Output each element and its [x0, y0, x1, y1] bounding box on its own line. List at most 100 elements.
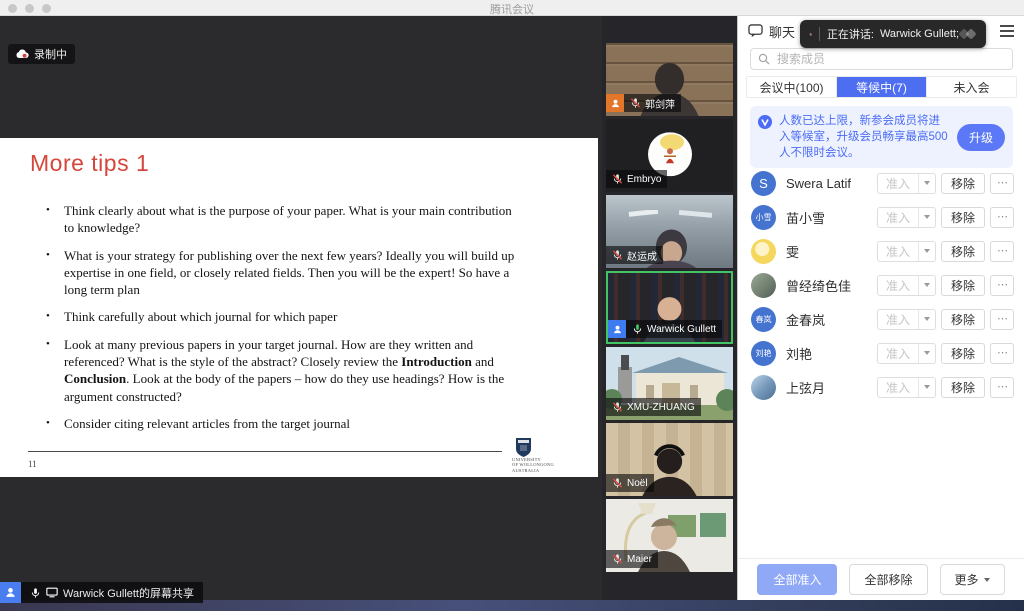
more-button[interactable]: ⋯ [990, 377, 1014, 398]
member-name: 苗小雪 [786, 208, 877, 227]
member-name: Swera Latif [786, 176, 877, 191]
tab-in-meeting[interactable]: 会议中(100) [747, 77, 837, 97]
remove-button[interactable]: 移除 [941, 309, 985, 330]
video-tile-xmu-zhuang[interactable]: XMU-ZHUANG [606, 347, 733, 420]
avatar: 小雪 [751, 205, 776, 230]
admit-dropdown[interactable] [918, 208, 935, 227]
video-tile-zhaoyuncheng[interactable]: 赵运成 [606, 195, 733, 268]
more-button[interactable]: ⋯ [990, 241, 1014, 262]
admit-dropdown[interactable] [918, 378, 935, 397]
caret-down-icon [924, 283, 930, 287]
caret-down-icon [924, 181, 930, 185]
remove-all-button[interactable]: 全部移除 [849, 564, 927, 595]
recording-label: 录制中 [34, 46, 67, 62]
cloud-recording-icon [16, 49, 29, 59]
admit-split-button: 准入 [877, 241, 936, 262]
caret-down-icon [924, 317, 930, 321]
admit-button[interactable]: 准入 [878, 344, 918, 363]
remove-button[interactable]: 移除 [941, 377, 985, 398]
menu-icon[interactable] [1000, 25, 1014, 37]
waiting-member-list: S Swera Latif 准入 移除 ⋯ 小雪 苗小雪 准入 [738, 166, 1024, 404]
admit-button[interactable]: 准入 [878, 310, 918, 329]
uow-shield-icon [516, 438, 531, 457]
video-tile-warwick-gullett[interactable]: Warwick Gullett [606, 271, 733, 344]
share-label-text: Warwick Gullett的屏幕共享 [63, 585, 194, 601]
recording-badge[interactable]: 录制中 [8, 44, 75, 64]
video-tile-embryo[interactable]: Embryo [606, 119, 733, 192]
admit-button[interactable]: 准入 [878, 208, 918, 227]
more-actions-button[interactable]: 更多 [940, 564, 1005, 595]
search-input[interactable] [775, 51, 1005, 67]
remove-button[interactable]: 移除 [941, 275, 985, 296]
member-name: 金春岚 [786, 310, 877, 329]
remove-button[interactable]: 移除 [941, 207, 985, 228]
screen-share-area: 录制中 More tips 1 • Think clearly about wh… [0, 16, 602, 600]
tab-waiting[interactable]: 等候中(7) [837, 77, 927, 97]
caret-down-icon [924, 215, 930, 219]
admit-dropdown[interactable] [918, 310, 935, 329]
caret-down-icon [924, 249, 930, 253]
speaking-name: Warwick Gullett; [880, 28, 959, 40]
member-name: 上弦月 [786, 378, 877, 397]
remove-button[interactable]: 移除 [941, 241, 985, 262]
slide-title: More tips 1 [30, 150, 149, 177]
video-tile-guojianping[interactable]: 郭剑萍 [606, 43, 733, 116]
more-button[interactable]: ⋯ [990, 275, 1014, 296]
more-button[interactable]: ⋯ [990, 207, 1014, 228]
screen-icon [46, 587, 58, 598]
slide-bullets: • Think clearly about what is the purpos… [46, 202, 518, 442]
mic-active-icon [632, 323, 643, 335]
mic-muted-icon [612, 401, 623, 413]
admit-dropdown[interactable] [918, 174, 935, 193]
avatar [751, 239, 776, 264]
mic-muted-icon [612, 553, 623, 565]
admit-split-button: 准入 [877, 275, 936, 296]
video-tile-maier[interactable]: Maier [606, 499, 733, 572]
caret-down-icon [984, 578, 990, 582]
self-badge-icon [608, 320, 626, 338]
admit-all-button[interactable]: 全部准入 [757, 564, 837, 595]
screen-share-status: Warwick Gullett的屏幕共享 [0, 582, 203, 603]
admit-split-button: 准入 [877, 207, 936, 228]
bullet-item: • Think clearly about what is the purpos… [46, 202, 518, 237]
admit-dropdown[interactable] [918, 344, 935, 363]
capacity-notice: 人数已达上限，新参会成员将进入等候室，升级会员畅享最高500人不限时会议。 升级 [750, 106, 1013, 168]
video-tile-noel[interactable]: Noël [606, 423, 733, 496]
admit-button[interactable]: 准入 [878, 378, 918, 397]
admit-dropdown[interactable] [918, 276, 935, 295]
shared-slide: More tips 1 • Think clearly about what i… [0, 138, 598, 477]
more-button[interactable]: ⋯ [990, 173, 1014, 194]
admit-button[interactable]: 准入 [878, 276, 918, 295]
admit-dropdown[interactable] [918, 242, 935, 261]
window-title: 腾讯会议 [0, 1, 1024, 17]
member-name: 刘艳 [786, 344, 877, 363]
avatar [751, 273, 776, 298]
vip-badge-icon [758, 115, 772, 129]
member-row: 上弦月 准入 移除 ⋯ [738, 370, 1024, 404]
participant-name: Maier [627, 554, 652, 565]
bullet-item: • Consider citing relevant articles from… [46, 415, 518, 432]
admit-button[interactable]: 准入 [878, 242, 918, 261]
avatar [751, 375, 776, 400]
avatar: 刘艳 [751, 341, 776, 366]
search-icon [758, 53, 770, 65]
upgrade-button[interactable]: 升级 [957, 124, 1005, 151]
mic-on-icon [30, 587, 41, 599]
remove-button[interactable]: 移除 [941, 173, 985, 194]
member-search[interactable] [750, 48, 1013, 70]
member-row: S Swera Latif 准入 移除 ⋯ [738, 166, 1024, 200]
admit-button[interactable]: 准入 [878, 174, 918, 193]
member-name: 雯 [786, 242, 877, 261]
member-row: 春岚 金春岚 准入 移除 ⋯ [738, 302, 1024, 336]
caret-down-icon [924, 385, 930, 389]
participant-name: Noël [627, 478, 648, 489]
caret-down-icon [924, 351, 930, 355]
more-button[interactable]: ⋯ [990, 309, 1014, 330]
tab-not-joined[interactable]: 未入会 [927, 77, 1016, 97]
video-strip: 郭剑萍 Embryo [602, 16, 737, 600]
meeting-logo-icon [959, 27, 977, 41]
uow-logo: UNIVERSITY OF WOLLONGONG AUSTRALIA [512, 438, 564, 474]
more-button[interactable]: ⋯ [990, 343, 1014, 364]
participant-name: Warwick Gullett [647, 324, 716, 335]
remove-button[interactable]: 移除 [941, 343, 985, 364]
